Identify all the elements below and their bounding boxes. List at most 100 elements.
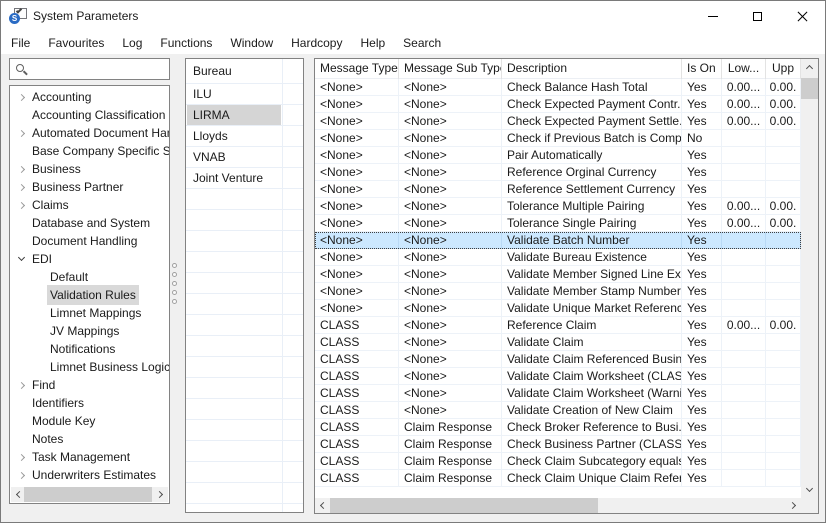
scroll-down-button[interactable] xyxy=(801,481,818,498)
column-header-description[interactable]: Description xyxy=(502,59,682,79)
tree-item-default[interactable]: Default xyxy=(10,268,169,286)
table-hscroll-thumb[interactable] xyxy=(330,498,598,513)
scroll-right-button[interactable] xyxy=(786,498,801,513)
tree-item-business-partner[interactable]: Business Partner xyxy=(10,178,169,196)
table-row[interactable]: CLASS<None>Validate Claim Worksheet (CLA… xyxy=(315,368,801,385)
table-row[interactable]: CLASSClaim ResponseCheck Claim Subcatego… xyxy=(315,453,801,470)
minimize-button[interactable] xyxy=(690,1,735,31)
search-input[interactable] xyxy=(30,60,167,78)
tree-expander[interactable] xyxy=(14,185,29,190)
table-row[interactable]: <None><None>Check Expected Payment Contr… xyxy=(315,96,801,113)
tree-expander[interactable] xyxy=(14,131,29,136)
tree-item-limnet-business-logic[interactable]: Limnet Business Logic xyxy=(10,358,169,376)
table-row[interactable]: <None><None>Tolerance Single PairingYes0… xyxy=(315,215,801,232)
cell-description: Validate Claim Worksheet (Warni... xyxy=(502,385,682,402)
menu-item-hardcopy[interactable]: Hardcopy xyxy=(282,33,351,53)
menu-item-functions[interactable]: Functions xyxy=(151,33,221,53)
table-row[interactable]: <None><None>Reference Settlement Currenc… xyxy=(315,181,801,198)
table-row[interactable]: <None><None>Check if Previous Batch is C… xyxy=(315,130,801,147)
table-row[interactable]: <None><None>Validate Batch NumberYes xyxy=(315,232,801,249)
scroll-left-button[interactable] xyxy=(315,498,330,513)
bureau-item-vnab[interactable]: VNAB xyxy=(186,147,303,168)
table-row[interactable]: <None><None>Check Expected Payment Settl… xyxy=(315,113,801,130)
table-row[interactable]: CLASS<None>Validate Creation of New Clai… xyxy=(315,402,801,419)
tree-item-task-management[interactable]: Task Management xyxy=(10,448,169,466)
tree-expander[interactable] xyxy=(14,258,29,260)
column-header-message-type[interactable]: Message Type xyxy=(315,59,399,79)
table-row[interactable]: <None><None>Validate Unique Market Refer… xyxy=(315,300,801,317)
table-row[interactable]: CLASS<None>Validate Claim Referenced Bus… xyxy=(315,351,801,368)
tree-item-automated-document-handling[interactable]: Automated Document Handling xyxy=(10,124,169,142)
table-row[interactable]: CLASSClaim ResponseCheck Business Partne… xyxy=(315,436,801,453)
table-row[interactable]: <None><None>Validate Member Signed Line … xyxy=(315,266,801,283)
tree-item-validation-rules[interactable]: Validation Rules xyxy=(10,286,169,304)
menu-item-log[interactable]: Log xyxy=(113,33,151,53)
tree-item-identifiers[interactable]: Identifiers xyxy=(10,394,169,412)
tree-item-claims[interactable]: Claims xyxy=(10,196,169,214)
bureau-empty-row xyxy=(186,399,303,420)
column-header-message-sub-type[interactable]: Message Sub Type xyxy=(399,59,502,79)
tree-hscroll-thumb[interactable] xyxy=(24,487,152,502)
tree-item-document-handling[interactable]: Document Handling xyxy=(10,232,169,250)
tree-expander[interactable] xyxy=(14,203,29,208)
tree-item-module-key[interactable]: Module Key xyxy=(10,412,169,430)
splitter-handle[interactable] xyxy=(172,263,179,308)
cell-message-sub-type: <None> xyxy=(399,283,502,300)
bureau-item-ilu[interactable]: ILU xyxy=(186,84,303,105)
menu-item-favourites[interactable]: Favourites xyxy=(39,33,113,53)
cell-is-on: Yes xyxy=(682,334,722,351)
cell-is-on: Yes xyxy=(682,402,722,419)
menu-item-file[interactable]: File xyxy=(2,33,39,53)
table-row[interactable]: CLASS<None>Validate Claim Worksheet (War… xyxy=(315,385,801,402)
tree-expander[interactable] xyxy=(14,167,29,172)
tree-item-limnet-mappings[interactable]: Limnet Mappings xyxy=(10,304,169,322)
table-row[interactable]: <None><None>Pair AutomaticallyYes xyxy=(315,147,801,164)
tree-expander[interactable] xyxy=(14,383,29,388)
close-button[interactable] xyxy=(780,1,825,31)
tree-item-database-and-system[interactable]: Database and System xyxy=(10,214,169,232)
column-header-low[interactable]: Low... xyxy=(722,59,766,79)
bureau-item-lirma[interactable]: LIRMA xyxy=(186,105,303,126)
table-row[interactable]: CLASSClaim ResponseCheck Broker Referenc… xyxy=(315,419,801,436)
tree-item-edi[interactable]: EDI xyxy=(10,250,169,268)
cell-message-sub-type: <None> xyxy=(399,266,502,283)
menu-item-search[interactable]: Search xyxy=(394,33,450,53)
tree-item-find[interactable]: Find xyxy=(10,376,169,394)
bureau-column-header[interactable]: Bureau xyxy=(186,59,303,84)
scroll-up-button[interactable] xyxy=(801,59,818,76)
table-row[interactable]: CLASS<None>Validate ClaimYes xyxy=(315,334,801,351)
bureau-item-joint-venture[interactable]: Joint Venture xyxy=(186,168,303,189)
table-row[interactable]: <None><None>Validate Member Stamp Number… xyxy=(315,283,801,300)
tree-item-accounting-classification[interactable]: Accounting Classification xyxy=(10,106,169,124)
column-header-is-on[interactable]: Is On xyxy=(682,59,722,79)
table-row[interactable]: <None><None>Check Balance Hash TotalYes0… xyxy=(315,79,801,96)
tree-item-notifications[interactable]: Notifications xyxy=(10,340,169,358)
table-row[interactable]: <None><None>Tolerance Multiple PairingYe… xyxy=(315,198,801,215)
window-controls xyxy=(690,1,825,31)
bureau-item-lloyds[interactable]: Lloyds xyxy=(186,126,303,147)
tree-item-notes[interactable]: Notes xyxy=(10,430,169,448)
column-header-upp[interactable]: Upp xyxy=(766,59,801,79)
table-row[interactable]: <None><None>Validate Bureau ExistenceYes xyxy=(315,249,801,266)
tree-item-accounting[interactable]: Accounting xyxy=(10,88,169,106)
cell-low xyxy=(722,419,766,436)
cell-is-on: Yes xyxy=(682,317,722,334)
table-row[interactable]: CLASSClaim ResponseCheck Claim Unique Cl… xyxy=(315,470,801,487)
menu-item-window[interactable]: Window xyxy=(221,33,282,53)
menu-item-help[interactable]: Help xyxy=(351,33,394,53)
scroll-right-button[interactable] xyxy=(153,487,168,502)
cell-description: Validate Batch Number xyxy=(502,232,682,249)
tree-item-jv-mappings[interactable]: JV Mappings xyxy=(10,322,169,340)
tree-item-base-company-specific-setting[interactable]: Base Company Specific Setting xyxy=(10,142,169,160)
bureau-empty-row xyxy=(186,441,303,462)
table-row[interactable]: CLASS<None>Reference ClaimYes0.00...0.00… xyxy=(315,317,801,334)
tree-expander[interactable] xyxy=(14,455,29,460)
table-vscroll-thumb[interactable] xyxy=(801,78,818,99)
tree-item-underwriters-estimates[interactable]: Underwriters Estimates xyxy=(10,466,169,484)
table-row[interactable]: <None><None>Reference Orginal CurrencyYe… xyxy=(315,164,801,181)
tree-item-business[interactable]: Business xyxy=(10,160,169,178)
tree-expander[interactable] xyxy=(14,95,29,100)
tree-expander[interactable] xyxy=(14,473,29,478)
maximize-button[interactable] xyxy=(735,1,780,31)
cell-description: Tolerance Single Pairing xyxy=(502,215,682,232)
